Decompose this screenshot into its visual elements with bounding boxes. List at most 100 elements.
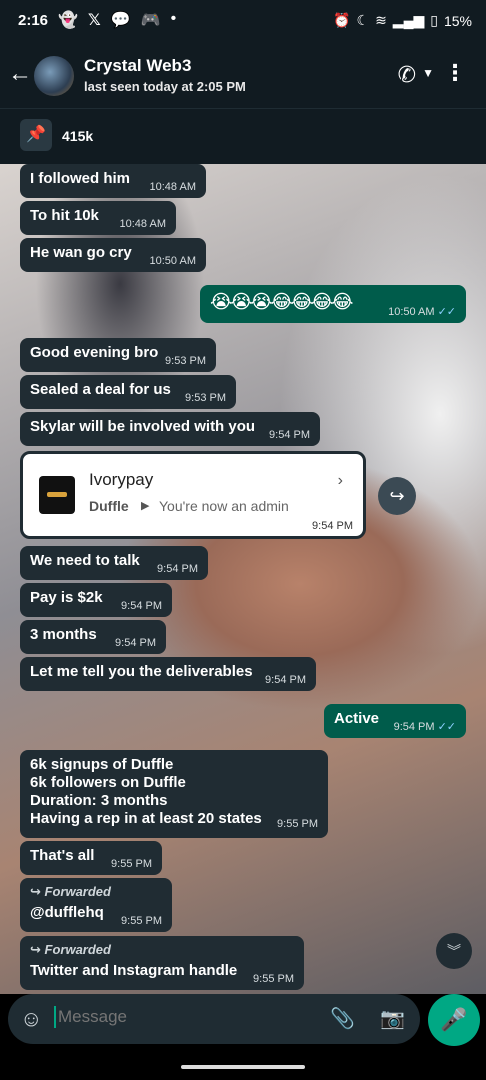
more-options-icon[interactable]: ⋮ (444, 60, 466, 86)
message-time: 9:54 PM (269, 429, 310, 441)
pin-icon: 📌 (20, 119, 52, 151)
message-bubble[interactable]: Good evening bro 9:53 PM (20, 338, 216, 372)
message-time: 9:53 PM (165, 355, 206, 367)
message-composer: ☺ 📎 📷 🎤 (0, 994, 486, 1054)
message-bubble[interactable]: 3 months 9:54 PM (20, 620, 166, 654)
message-time: 9:53 PM (185, 392, 226, 404)
back-arrow-icon[interactable]: ← (8, 60, 32, 88)
message-text: 6k followers on Duffle (30, 774, 186, 791)
message-text: @dufflehq (30, 904, 104, 921)
message-input[interactable] (54, 1006, 320, 1028)
message-bubble[interactable]: 6k signups of Duffle 6k followers on Duf… (20, 750, 328, 838)
message-time: 9:55 PM (253, 973, 294, 985)
forward-arrow-icon: ↪ (30, 884, 45, 899)
message-text: 😭😭😭😂😂😂😂 (210, 292, 353, 313)
home-gesture-handle[interactable] (181, 1065, 305, 1069)
message-text: Twitter and Instagram handle (30, 962, 238, 979)
message-time: 9:54 PM (157, 563, 198, 575)
message-text: Active (334, 710, 380, 727)
message-text: He wan go cry (30, 244, 132, 261)
chevron-right-icon[interactable]: › (338, 472, 343, 490)
status-bar: 2:16 👻 𝕏 💬 🎮 • ⏰ ☾ ≋ ▂▄▆ ▯ 15% (0, 0, 486, 44)
chevron-down-icon[interactable]: ▼ (422, 66, 434, 80)
dot-icon: • (170, 10, 177, 27)
forwarded-label: ↪ Forwarded (30, 884, 111, 899)
system-icons: ⏰ ☾ ≋ ▂▄▆ ▯ 15% (333, 12, 472, 29)
card-title: Ivorypay (89, 470, 154, 489)
forward-share-icon[interactable]: ↪ (378, 477, 416, 515)
message-bubble[interactable]: He wan go cry 10:50 AM (20, 238, 206, 272)
moon-icon: ☾ (356, 12, 370, 28)
message-time: 10:50 AM (149, 255, 196, 267)
contact-name[interactable]: Crystal Web3 (84, 56, 191, 76)
message-time: 9:54 PM (265, 674, 306, 686)
message-bubble[interactable]: We need to talk 9:54 PM (20, 546, 208, 580)
card-group-name: Duffle (89, 498, 129, 514)
message-text: I followed him (30, 170, 130, 187)
camera-icon[interactable]: 📷 (380, 1006, 405, 1031)
wifi-icon: ≋ (375, 12, 387, 28)
message-text: 6k signups of Duffle (30, 756, 174, 773)
message-bubble[interactable]: Skylar will be involved with you 9:54 PM (20, 412, 320, 446)
status-time: 2:16 (18, 12, 49, 29)
microphone-icon[interactable]: 🎤 (428, 994, 480, 1046)
paperclip-icon[interactable]: 📎 (330, 1006, 355, 1031)
chat-icon: 💬 (110, 12, 131, 29)
read-receipt-icon: ✓✓ (437, 306, 456, 318)
message-text: Sealed a deal for us (30, 381, 171, 398)
last-seen-status: last seen today at 2:05 PM (84, 79, 246, 94)
message-bubble[interactable]: That's all 9:55 PM (20, 841, 162, 875)
message-time: 9:54 PM ✓✓ (393, 721, 456, 733)
forward-arrow-icon: ↪ (30, 942, 45, 957)
message-text: Having a rep in at least 20 states (30, 810, 262, 827)
message-bubble[interactable]: Let me tell you the deliverables 9:54 PM (20, 657, 316, 691)
alarm-icon: ⏰ (333, 12, 351, 28)
forwarded-label: ↪ Forwarded (30, 942, 111, 957)
message-time: 9:54 PM (115, 637, 156, 649)
notification-icons: 👻 𝕏 💬 🎮 • (58, 10, 176, 30)
message-bubble[interactable]: Pay is $2k 9:54 PM (20, 583, 172, 617)
message-bubble[interactable]: To hit 10k 10:48 AM (20, 201, 176, 235)
message-text: 3 months (30, 626, 97, 643)
read-receipt-icon: ✓✓ (437, 721, 456, 733)
message-time: 9:54 PM (121, 600, 162, 612)
message-bubble[interactable]: Sealed a deal for us 9:53 PM (20, 375, 236, 409)
pinned-message-text: 415k (62, 128, 94, 144)
x-icon: 𝕏 (87, 12, 101, 29)
message-time: 10:48 AM (149, 181, 196, 193)
triangle-right-icon: ▶ (141, 500, 150, 512)
message-bubble[interactable]: I followed him 10:48 AM (20, 164, 206, 198)
avatar[interactable] (34, 56, 74, 96)
message-time: 9:55 PM (121, 915, 162, 927)
navigation-bar (0, 1054, 486, 1080)
battery-icon: ▯ (430, 12, 438, 28)
message-bubble-outgoing[interactable]: Active 9:54 PM ✓✓ (324, 704, 466, 738)
message-text: Pay is $2k (30, 589, 103, 606)
discord-icon: 🎮 (140, 12, 161, 29)
snapchat-icon: 👻 (58, 12, 78, 29)
message-time: 10:48 AM (119, 218, 166, 230)
scroll-to-bottom-icon[interactable]: ︾ (436, 933, 472, 969)
chat-area[interactable]: I followed him 10:48 AM To hit 10k 10:48… (0, 164, 486, 994)
sticker-emoji-icon[interactable]: ☺ (20, 1006, 42, 1032)
message-text: Let me tell you the deliverables (30, 663, 253, 680)
ivorypay-logo-icon (39, 476, 75, 514)
message-time: 9:54 PM (312, 520, 353, 532)
link-preview-card[interactable]: Ivorypay Duffle ▶ You're now an admin › … (20, 451, 366, 539)
message-text: Good evening bro (30, 344, 159, 361)
phone-icon[interactable]: ✆ (398, 62, 416, 88)
message-time: 10:50 AM ✓✓ (388, 306, 456, 318)
message-bubble-outgoing[interactable]: 😭😭😭😂😂😂😂 10:50 AM ✓✓ (200, 285, 466, 323)
forwarded-message-bubble[interactable]: ↪ Forwarded Twitter and Instagram handle… (20, 936, 304, 990)
message-text: Skylar will be involved with you (30, 418, 256, 435)
forwarded-message-bubble[interactable]: ↪ Forwarded @dufflehq 9:55 PM (20, 878, 172, 932)
message-text: Duration: 3 months (30, 792, 168, 809)
pinned-message-bar[interactable]: 📌 415k (0, 108, 486, 165)
message-text: We need to talk (30, 552, 140, 569)
signal-icon: ▂▄▆ (392, 12, 425, 28)
message-text: That's all (30, 847, 95, 864)
battery-percent: 15% (443, 12, 472, 29)
message-text: To hit 10k (30, 207, 99, 224)
card-description: You're now an admin (159, 498, 289, 514)
composer-pill: ☺ 📎 📷 (8, 994, 420, 1044)
